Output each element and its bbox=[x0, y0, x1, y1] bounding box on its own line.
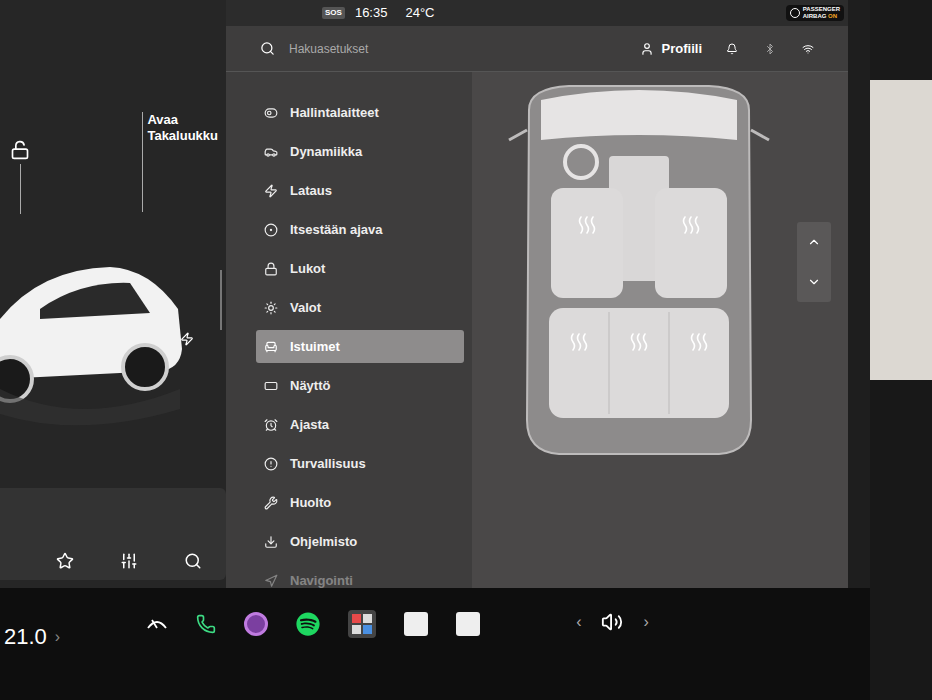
chevron-down-icon bbox=[807, 275, 821, 289]
seat-heater-icon[interactable] bbox=[692, 334, 707, 350]
car-toolbar bbox=[0, 488, 226, 580]
sidebar-item-icon bbox=[264, 262, 278, 276]
app-icon[interactable] bbox=[456, 612, 480, 636]
seat-heater-icon[interactable] bbox=[684, 217, 699, 233]
display: AvaaTakaluukku SOS 16:35 24°C PASSENGERAIRBA… bbox=[0, 0, 870, 700]
search-field[interactable]: Hakuasetukset bbox=[289, 40, 640, 58]
outside-temperature: 24°C bbox=[405, 3, 434, 23]
screen: AvaaTakaluukku SOS 16:35 24°C PASSENGERAIRBA… bbox=[0, 0, 932, 700]
sidebar-item-icon bbox=[264, 145, 278, 159]
trunk-button[interactable]: AvaaTakaluukku bbox=[142, 112, 218, 212]
cabin-temperature[interactable]: 21.0› bbox=[0, 608, 60, 653]
sidebar-item[interactable]: Näyttö bbox=[256, 369, 464, 402]
bell-icon[interactable] bbox=[726, 43, 738, 55]
sidebar-item[interactable]: Hallintalaitteet bbox=[256, 96, 464, 129]
sidebar-item[interactable]: Ajasta bbox=[256, 408, 464, 441]
seat-scroll-buttons bbox=[797, 222, 831, 302]
seat-heater-icon[interactable] bbox=[572, 334, 587, 350]
lock-open-icon[interactable] bbox=[10, 140, 30, 160]
time: 16:35 bbox=[355, 3, 388, 23]
wiper-icon[interactable] bbox=[146, 616, 168, 632]
seat-heater-icon[interactable] bbox=[632, 334, 647, 350]
sidebar-item[interactable]: Lukot bbox=[256, 252, 464, 285]
sidebar-item[interactable]: Valot bbox=[256, 291, 464, 324]
wifi-icon[interactable] bbox=[802, 43, 814, 55]
chevron-up-icon bbox=[807, 235, 821, 249]
car-image bbox=[0, 239, 190, 439]
sidebar-item-icon bbox=[264, 379, 278, 393]
charge-icon bbox=[180, 332, 194, 346]
settings-panel: SOS 16:35 24°C PASSENGERAIRBAG ON Hakuasetuk… bbox=[226, 0, 848, 588]
bottom-bar: 21.0› ‹› bbox=[0, 588, 870, 700]
car-seats-diagram bbox=[489, 80, 789, 460]
seat-heater-icon[interactable] bbox=[580, 217, 595, 233]
sidebar-item-icon bbox=[264, 535, 278, 549]
sidebar-item[interactable]: Dynamiikka bbox=[256, 135, 464, 168]
apps-icon[interactable] bbox=[348, 610, 376, 638]
background bbox=[870, 0, 932, 700]
sidebar-item[interactable]: Itsestään ajava bbox=[256, 213, 464, 246]
seat-view bbox=[472, 72, 848, 588]
sidebar-item[interactable]: Huolto bbox=[256, 486, 464, 519]
sidebar-item-icon bbox=[264, 418, 278, 432]
app-icon[interactable] bbox=[404, 612, 428, 636]
sidebar-item-icon bbox=[264, 106, 278, 120]
camera-icon[interactable] bbox=[244, 612, 268, 636]
phone-icon[interactable] bbox=[196, 614, 216, 634]
main-area: AvaaTakaluukku SOS 16:35 24°C PASSENGERAIRBA… bbox=[0, 0, 870, 588]
bluetooth-icon[interactable] bbox=[764, 43, 776, 55]
sidebar-item[interactable]: Lataus bbox=[256, 174, 464, 207]
sidebar-item-icon bbox=[264, 574, 278, 588]
volume-control[interactable]: ‹› bbox=[576, 610, 649, 634]
airbag-badge: PASSENGERAIRBAG ON bbox=[786, 5, 844, 21]
scroll-down-button[interactable] bbox=[797, 262, 831, 302]
status-strip: SOS 16:35 24°C PASSENGERAIRBAG ON bbox=[226, 0, 848, 26]
spotify-icon[interactable] bbox=[296, 612, 320, 636]
controls-sliders-icon[interactable] bbox=[120, 552, 138, 570]
sidebar-item-icon bbox=[264, 223, 278, 237]
sidebar-item-icon bbox=[264, 457, 278, 471]
sidebar-item-icon bbox=[264, 496, 278, 510]
sidebar-item-icon bbox=[264, 340, 278, 354]
profile-icon[interactable] bbox=[640, 42, 654, 56]
sidebar-item[interactable]: Ohjelmisto bbox=[256, 525, 464, 558]
search-icon bbox=[260, 41, 275, 56]
volume-icon bbox=[601, 611, 623, 633]
car-panel: AvaaTakaluukku bbox=[0, 0, 226, 588]
sos-badge[interactable]: SOS bbox=[322, 7, 345, 19]
sidebar-item[interactable]: Turvallisuus bbox=[256, 447, 464, 480]
sidebar-item-icon bbox=[264, 184, 278, 198]
scroll-up-button[interactable] bbox=[797, 222, 831, 262]
favorite-star-icon[interactable] bbox=[56, 552, 74, 570]
settings-sidebar: Hallintalaitteet Dynamiikka Lataus Itsestää… bbox=[226, 72, 472, 588]
search-icon[interactable] bbox=[184, 552, 202, 570]
search-row: Hakuasetukset Profiili bbox=[226, 26, 848, 72]
sidebar-item-icon bbox=[264, 301, 278, 315]
profile-button[interactable]: Profiili bbox=[662, 39, 702, 59]
sidebar-item[interactable]: Navigointi bbox=[256, 564, 464, 588]
sidebar-item[interactable]: Istuimet bbox=[256, 330, 464, 363]
